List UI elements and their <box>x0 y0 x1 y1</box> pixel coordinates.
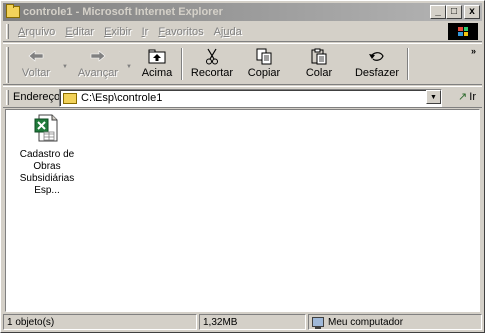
up-button[interactable]: Acima <box>135 44 179 84</box>
menu-ajuda[interactable]: Ajuda <box>209 26 247 38</box>
addressbar-grip[interactable] <box>6 89 9 105</box>
menu-favoritos[interactable]: Favoritos <box>153 26 208 38</box>
folder-icon <box>6 4 20 18</box>
forward-button[interactable]: Avançar ▼ <box>73 44 132 84</box>
window-title: controle1 - Microsoft Internet Explorer <box>23 6 223 18</box>
my-computer-icon <box>312 317 324 329</box>
go-arrow-icon: ↗ <box>458 91 468 103</box>
copy-icon <box>256 47 272 65</box>
menu-ir[interactable]: Ir <box>137 26 154 38</box>
copy-button[interactable]: Copiar <box>239 44 289 84</box>
up-folder-icon <box>148 47 166 65</box>
status-bar: 1 objeto(s) 1,32MB Meu computador <box>3 314 482 331</box>
file-item[interactable]: Cadastro de Obras Subsidiárias Esp... <box>10 114 84 197</box>
toolbar-grip[interactable] <box>6 47 9 83</box>
menu-bar: Arquivo Editar Exibir Ir Favoritos Ajuda <box>3 22 482 42</box>
file-name: Cadastro de Obras Subsidiárias Esp... <box>19 149 75 196</box>
toolbar-separator <box>407 48 409 80</box>
paste-icon <box>311 47 327 65</box>
menu-arquivo[interactable]: Arquivo <box>13 26 60 38</box>
undo-icon <box>368 47 386 65</box>
forward-arrow-icon <box>90 47 106 65</box>
minimize-button[interactable]: _ <box>430 5 446 19</box>
menubar-grip[interactable] <box>6 24 9 39</box>
paste-button[interactable]: Colar <box>289 44 349 84</box>
cut-button[interactable]: Recortar <box>185 44 239 84</box>
back-dropdown-icon[interactable]: ▼ <box>62 64 68 70</box>
maximize-button[interactable]: □ <box>446 5 462 19</box>
address-bar: Endereço C:\Esp\controle1 ▼ ↗ Ir <box>3 86 482 108</box>
excel-file-icon <box>34 114 60 145</box>
ie-window: controle1 - Microsoft Internet Explorer … <box>0 0 485 333</box>
back-button[interactable]: Voltar ▼ <box>13 44 68 84</box>
scissors-icon <box>205 47 219 65</box>
menu-editar[interactable]: Editar <box>60 26 99 38</box>
address-label: Endereço <box>13 91 61 103</box>
address-input[interactable]: C:\Esp\controle1 ▼ <box>59 89 442 107</box>
undo-button[interactable]: Desfazer <box>349 44 405 84</box>
go-button[interactable]: ↗ Ir <box>458 90 476 104</box>
menu-exibir[interactable]: Exibir <box>99 26 137 38</box>
folder-view[interactable]: Cadastro de Obras Subsidiárias Esp... <box>5 109 480 312</box>
window-controls: _ □ x <box>430 5 480 19</box>
close-button[interactable]: x <box>464 5 480 19</box>
standard-toolbar: Voltar ▼ Avançar ▼ Acima Recortar Copiar… <box>3 43 482 85</box>
address-value: C:\Esp\controle1 <box>81 92 163 104</box>
toolbar-separator <box>181 48 183 80</box>
title-bar[interactable]: controle1 - Microsoft Internet Explorer … <box>3 3 482 21</box>
back-arrow-icon <box>28 47 44 65</box>
status-object-count: 1 objeto(s) <box>3 314 197 330</box>
address-dropdown-button[interactable]: ▼ <box>426 90 441 104</box>
folder-icon <box>63 92 77 104</box>
windows-logo-icon <box>448 23 478 40</box>
forward-dropdown-icon[interactable]: ▼ <box>126 64 132 70</box>
more-buttons-chevron[interactable]: » <box>471 46 476 56</box>
status-zone: Meu computador <box>308 314 482 330</box>
status-size: 1,32MB <box>199 314 306 330</box>
